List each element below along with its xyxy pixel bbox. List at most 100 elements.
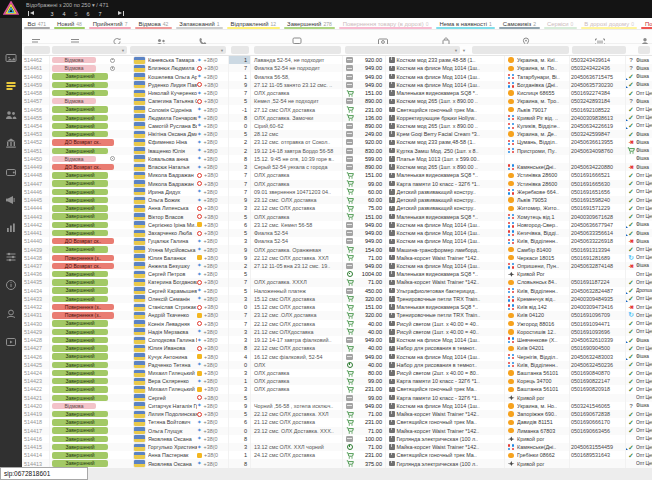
- order-count: 3: [229, 336, 251, 344]
- column-filter-input[interactable]: [472, 46, 569, 54]
- order-row[interactable]: 514417ЗавершенийОльга Глущук✶+38(0023.12…: [22, 427, 652, 435]
- tab-Нема в наявності[interactable]: Нема в наявності1: [434, 18, 497, 29]
- order-row[interactable]: 514440ДО Возврат ск..Гуцалюк Галина✶+38(…: [22, 237, 652, 245]
- order-row[interactable]: 514427ЗавершенийЮлия Иванова+38(0822.12 …: [22, 344, 652, 352]
- tab-Повернення товару (в дорозі)[interactable]: Повернення товару (в дорозі)0: [337, 18, 434, 29]
- sidebar-media-gallery-icon[interactable]: [5, 52, 17, 64]
- order-row[interactable]: 514456ЗавершенийСоломія Сідоніна✶+38(0-1…: [22, 105, 652, 113]
- order-row[interactable]: 514454ЗавершенийСамотій Руслана Во..✶+38…: [22, 122, 652, 130]
- order-row[interactable]: 514460ЗавершенийКошелева Ольга Ар..✶+38(…: [22, 72, 652, 80]
- order-row[interactable]: 514425ЗавершенийРадченко Тетяна✶+38(00ОЛ…: [22, 361, 652, 369]
- order-row[interactable]: 514452ДО Возврат ск..Єфименко Ніна✶+38(0…: [22, 138, 652, 146]
- column-filter-input[interactable]: ▼: [345, 46, 460, 54]
- order-row[interactable]: 514439ЗавершенийУляна Мусійовська✶+38(09…: [22, 245, 652, 253]
- order-row[interactable]: 514437ДО Возврат ск..Анжела Безушку✶+38(…: [22, 262, 652, 270]
- sidebar-info-icon[interactable]: [5, 279, 17, 291]
- order-row[interactable]: 514455ЗавершенийЛюдмила Гончарова✶+38(08…: [22, 114, 652, 122]
- sidebar-settings-sliders-icon[interactable]: [5, 251, 17, 263]
- order-row[interactable]: 514438Повернення (з..Юлия Баланюк+38(092…: [22, 254, 652, 262]
- page-number[interactable]: 4: [58, 11, 70, 17]
- order-row[interactable]: 514453ЗавершенийНікітіна Оксана Дми..✶+3…: [22, 130, 652, 138]
- tab-Новий[interactable]: Новий48: [52, 18, 88, 29]
- tab-Сервіси[interactable]: Сервіси0: [542, 18, 579, 29]
- pagination-range-label[interactable]: Відображені з 200 по 250 ▾ / 471: [26, 2, 109, 8]
- column-filter-input[interactable]: [638, 46, 650, 54]
- order-row[interactable]: 514414ЗавершенийАнна Пастернак+38(0124.1…: [22, 451, 652, 459]
- order-row[interactable]: 514445ЗавершенийОльга Божик✶+38(0923.12 …: [22, 196, 652, 204]
- status-badge: Завершений: [52, 362, 108, 368]
- order-row[interactable]: 514451ЗавершенийІващенко Юлія✶+38(0219.1…: [22, 147, 652, 155]
- column-filter-input[interactable]: ▼: [52, 46, 127, 54]
- order-row[interactable]: 514457ВідмоваСапегина Татьяна С..+38(05К…: [22, 97, 652, 105]
- sip-call-indicator[interactable]: sip:0672818601: [0, 467, 88, 480]
- tab-Повернені[interactable]: Повернені: [639, 18, 652, 29]
- column-filter-input[interactable]: ▼: [130, 46, 226, 54]
- page-number[interactable]: 3: [46, 11, 58, 17]
- order-row[interactable]: 514420ВідмоваСитарчук Наталія Гр..✶+38(0…: [22, 402, 652, 410]
- sidebar-analytics-icon[interactable]: [5, 222, 17, 234]
- order-row[interactable]: 514449ДО Возврат ск..Власюк Наталья✶+38(…: [22, 163, 652, 171]
- first-page-icon[interactable]: [28, 11, 36, 16]
- sidebar-hand-care-icon[interactable]: [5, 308, 17, 320]
- order-row[interactable]: 514450ВідмоваКовальова анна✶+38(0815.12.…: [22, 155, 652, 163]
- order-row[interactable]: 514418ЗавершенийТетяна Войтович✶+38(0621…: [22, 418, 652, 426]
- sidebar-video-tutorials-icon[interactable]: [5, 336, 17, 348]
- order-row[interactable]: 514413ЗавершенийЯковлева Оксана✶+38(0837…: [22, 459, 652, 467]
- order-row[interactable]: 514432Повернення (з..Станіслав Стрижак+3…: [22, 303, 652, 311]
- order-row[interactable]: 514426ЗавершенийКучук Антонина+38(0416.1…: [22, 352, 652, 360]
- order-row[interactable]: 514429ЗавершенийНадія Мерзаєва✶+38(0321.…: [22, 328, 652, 336]
- sidebar-announcements-icon[interactable]: [5, 194, 17, 206]
- tab-Самовивіз[interactable]: Самовивіз2: [497, 18, 541, 29]
- tab-Завершений[interactable]: Завершений278: [282, 18, 338, 29]
- app-logo-icon[interactable]: [3, 1, 19, 16]
- delivery-cell: [343, 237, 356, 245]
- order-row[interactable]: 514422ЗавершенийМихаил Гилецький+38(03ОЛ…: [22, 385, 652, 393]
- status-badge: Завершений: [52, 296, 108, 302]
- column-filter-input[interactable]: [231, 46, 249, 54]
- sidebar-orders-list-icon[interactable]: [5, 80, 17, 92]
- order-row[interactable]: 514447ЗавершенийМикола Бадражан+38(07ОЛХ…: [22, 180, 652, 188]
- page-number[interactable]: 7: [94, 11, 106, 17]
- order-row[interactable]: 514443ЗавершенийВіктор Власов+38(05ОЛХ д…: [22, 212, 652, 220]
- page-number[interactable]: 5: [70, 11, 82, 17]
- order-row[interactable]: 514415ЗавершенийГоргулько Христина ..✶+3…: [22, 443, 652, 451]
- order-row[interactable]: 514436ЗавершенийСергей Петров✶+38(051004…: [22, 270, 652, 278]
- sidebar-purse-icon[interactable]: [5, 166, 17, 178]
- order-row[interactable]: 514448ЗавершенийМикола Бадражан+38(07ОЛХ…: [22, 171, 652, 179]
- order-row[interactable]: 514434ЗавершенийСергей Карамышев✶+38(05Н…: [22, 287, 652, 295]
- order-row[interactable]: 514419ЗавершенийЛилия Подолинская+38(052…: [22, 410, 652, 418]
- order-row[interactable]: 514433ЗавершенийОлексій Семанін✶+38(0315…: [22, 295, 652, 303]
- tab-В дорозі додому[interactable]: В дорозі додому0: [579, 18, 640, 29]
- order-row[interactable]: 514416ЗавершенийЯковлева Оксана✶+38(0810…: [22, 435, 652, 443]
- order-row[interactable]: 514431Повернення (з..Андрій Ткаченко+38(…: [22, 311, 652, 319]
- tab-Запакований[interactable]: Запакований1: [174, 18, 225, 29]
- courier-cell: [505, 336, 517, 344]
- order-row[interactable]: 514424ЗавершенийМихаил Гилецький+38(03ОЛ…: [22, 369, 652, 377]
- order-row[interactable]: 514461ВідмоваБлизнюк Людмила ..+38(07Фиа…: [22, 64, 652, 72]
- sidebar-customers-icon[interactable]: [5, 109, 17, 121]
- order-row[interactable]: 514444ЗавершенийАнна Липенська+38(0322.1…: [22, 204, 652, 212]
- order-row[interactable]: 514442ЗавершенийСергієнко Іріна Ми..+38(…: [22, 221, 652, 229]
- column-filter-input[interactable]: [24, 46, 50, 54]
- order-row[interactable]: 514459ЗавершенийРуденко Лидия Пав..+38(0…: [22, 81, 652, 89]
- order-row[interactable]: 514458ЗавершенийНиколай Кучеренко✶+38(07…: [22, 89, 652, 97]
- page-number[interactable]: 6: [82, 11, 94, 17]
- order-row[interactable]: 514428ЗавершенийСолодкова Галина В..✶+38…: [22, 336, 652, 344]
- tab-Відправлений[interactable]: Відправлений12: [225, 18, 282, 29]
- tab-Відмова[interactable]: Відмова42: [133, 18, 174, 29]
- vodafone-icon: [197, 99, 202, 104]
- column-filter-input[interactable]: [254, 46, 341, 54]
- order-row[interactable]: 514446ЗавершенийИрина Дидух✶+38(0709.01 …: [22, 188, 652, 196]
- order-row[interactable]: 514421ЗавершенийСергей+38(0599.00Карта п…: [22, 394, 652, 402]
- order-row[interactable]: 514430ЗавершенийКсенія Левадняя+38(0722.…: [22, 320, 652, 328]
- tab-Прийнятий[interactable]: Прийнятий7: [87, 18, 133, 29]
- column-filter-input[interactable]: [572, 46, 626, 54]
- order-row[interactable]: 514462ВідмоваКаневська Тамара ..✶+38(01Л…: [22, 56, 652, 64]
- order-row[interactable]: 514441ЗавершенийЗахарченко Люба+38(05Фиа…: [22, 229, 652, 237]
- sidebar-bank-icon[interactable]: [5, 137, 17, 149]
- tab-Всі[interactable]: Всі471: [22, 18, 52, 29]
- order-row[interactable]: 514423ЗавершенийВера Скляренко✶+38(01ОЛХ…: [22, 377, 652, 385]
- order-row[interactable]: 514435ЗавершенийКатерина Богданова+38(07…: [22, 278, 652, 286]
- last-page-icon[interactable]: [116, 11, 124, 16]
- column-filter-dropdown[interactable]: ▼: [462, 48, 466, 53]
